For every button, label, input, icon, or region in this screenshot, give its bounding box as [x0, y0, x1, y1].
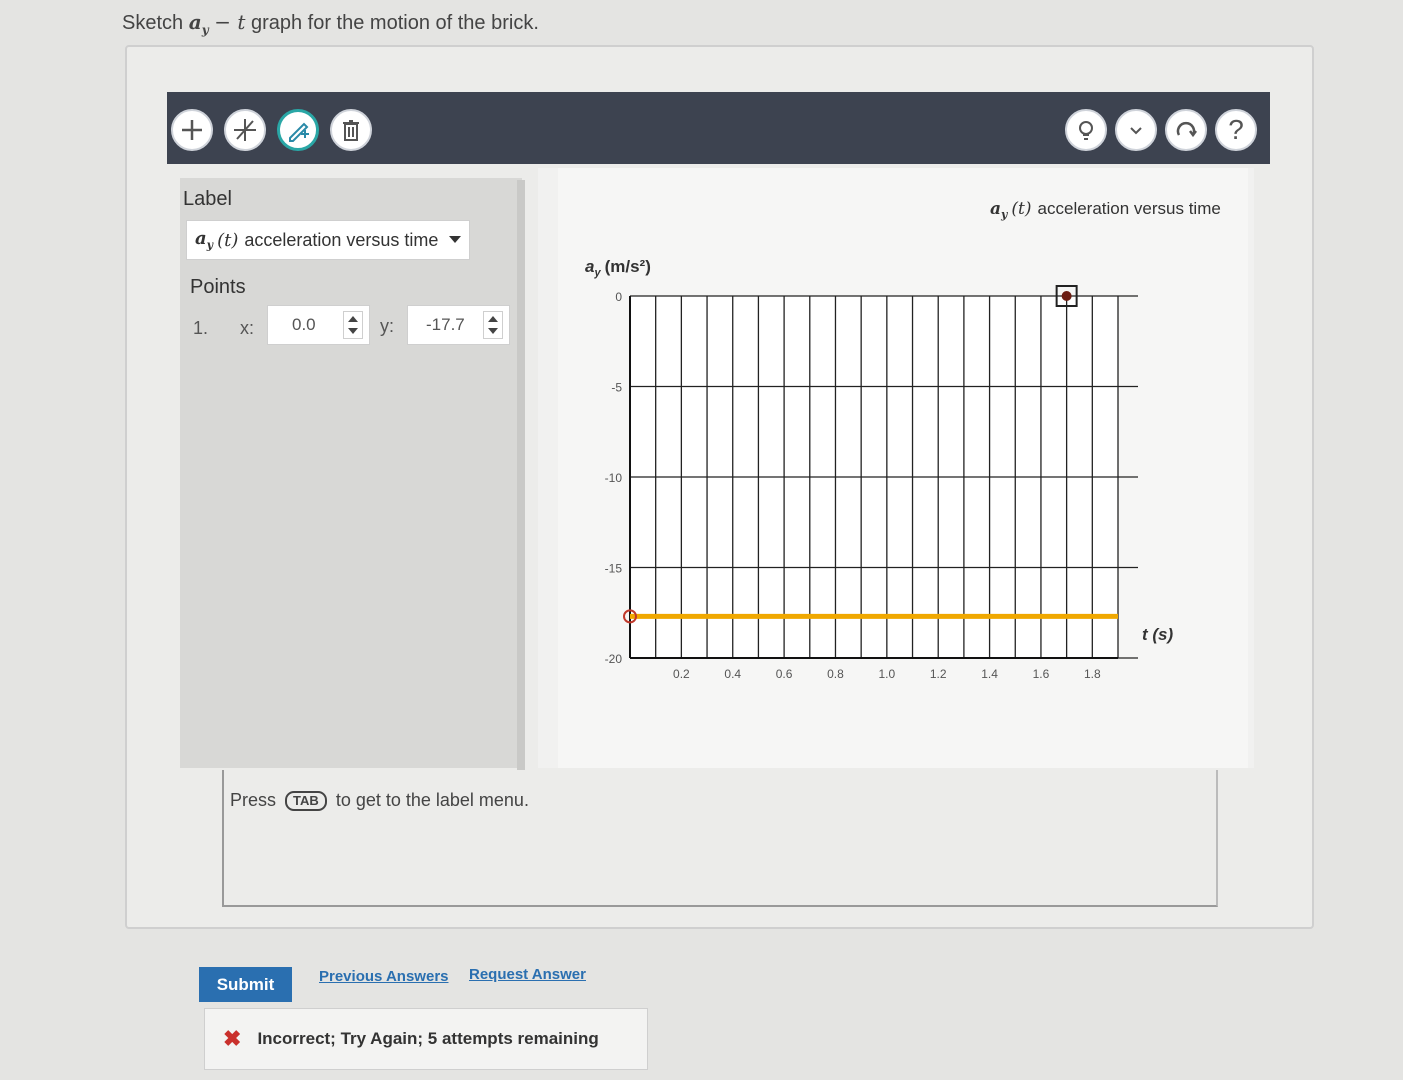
stepper-up-icon[interactable]	[348, 316, 358, 322]
prompt-prefix: Sketch	[122, 12, 184, 34]
y-label: y:	[380, 316, 395, 336]
hint-button[interactable]	[1065, 109, 1107, 151]
prompt-var-sub: y	[201, 23, 209, 37]
prompt-dash-t: − t	[214, 10, 246, 34]
help-button[interactable]: ?	[1215, 109, 1257, 151]
select-text: acceleration versus time	[244, 229, 439, 250]
incorrect-icon: ✖	[223, 1026, 242, 1051]
tab-hint: Press TAB to get to the label menu.	[230, 790, 529, 812]
stepper-up-icon[interactable]	[488, 316, 498, 322]
x-label: x:	[240, 318, 255, 338]
reset-button[interactable]	[1165, 109, 1207, 151]
select-var-sub: y	[206, 238, 214, 252]
graph-toolbar: ?	[167, 92, 1270, 164]
delete-button[interactable]	[330, 109, 372, 151]
submit-button[interactable]: Submit	[199, 967, 292, 1002]
feedback-text: Incorrect; Try Again; 5 attempts remaini…	[257, 1029, 599, 1048]
prompt-variable: ay	[188, 10, 209, 37]
label-heading: Label	[183, 188, 232, 210]
prompt-var: a	[188, 10, 202, 34]
tab-hint-after: to get to the label menu.	[335, 790, 529, 810]
reset-icon	[1176, 121, 1197, 138]
no-vector-button[interactable]	[224, 109, 266, 151]
feedback-box: ✖ Incorrect; Try Again; 5 attempts remai…	[204, 1008, 648, 1070]
no-vector-icon	[234, 119, 256, 141]
draw-icon	[289, 122, 309, 142]
add-point-button[interactable]	[171, 109, 213, 151]
point-index: 1.	[193, 318, 209, 338]
y-stepper[interactable]	[483, 311, 503, 339]
tab-key: TAB	[285, 791, 327, 812]
expand-button[interactable]	[1115, 109, 1157, 151]
graph-panel	[538, 168, 1254, 768]
x-value: 0.0	[292, 315, 316, 334]
prompt-suffix: graph for the motion of the brick.	[250, 12, 539, 34]
trash-icon	[343, 120, 359, 141]
plus-icon	[182, 120, 202, 140]
label-select[interactable]: ay (t) acceleration versus time	[186, 220, 470, 260]
graph-canvas-bg	[558, 168, 1248, 768]
tab-hint-before: Press	[230, 790, 277, 810]
x-stepper[interactable]	[343, 311, 363, 339]
stepper-down-icon[interactable]	[488, 328, 498, 334]
draw-tool-button[interactable]	[277, 109, 319, 151]
sidebar-divider	[517, 180, 525, 770]
lightbulb-icon	[1079, 121, 1093, 140]
select-variable: ay	[195, 228, 213, 252]
chevron-down-icon	[1130, 127, 1142, 135]
y-value-input[interactable]: -17.7	[407, 305, 510, 345]
label-sidebar	[180, 178, 522, 768]
points-heading: Points	[190, 276, 246, 298]
select-var: a	[195, 228, 207, 250]
help-icon: ?	[1228, 114, 1244, 145]
x-value-input[interactable]: 0.0	[267, 305, 370, 345]
previous-answers-link[interactable]: Previous Answers	[319, 968, 449, 985]
request-answer-link[interactable]: Request Answer	[469, 966, 586, 983]
chevron-down-icon	[449, 236, 461, 243]
y-value: -17.7	[426, 315, 465, 334]
question-prompt: Sketch ay − t graph for the motion of th…	[122, 10, 539, 37]
stepper-down-icon[interactable]	[348, 328, 358, 334]
select-arg: (t)	[217, 229, 239, 251]
